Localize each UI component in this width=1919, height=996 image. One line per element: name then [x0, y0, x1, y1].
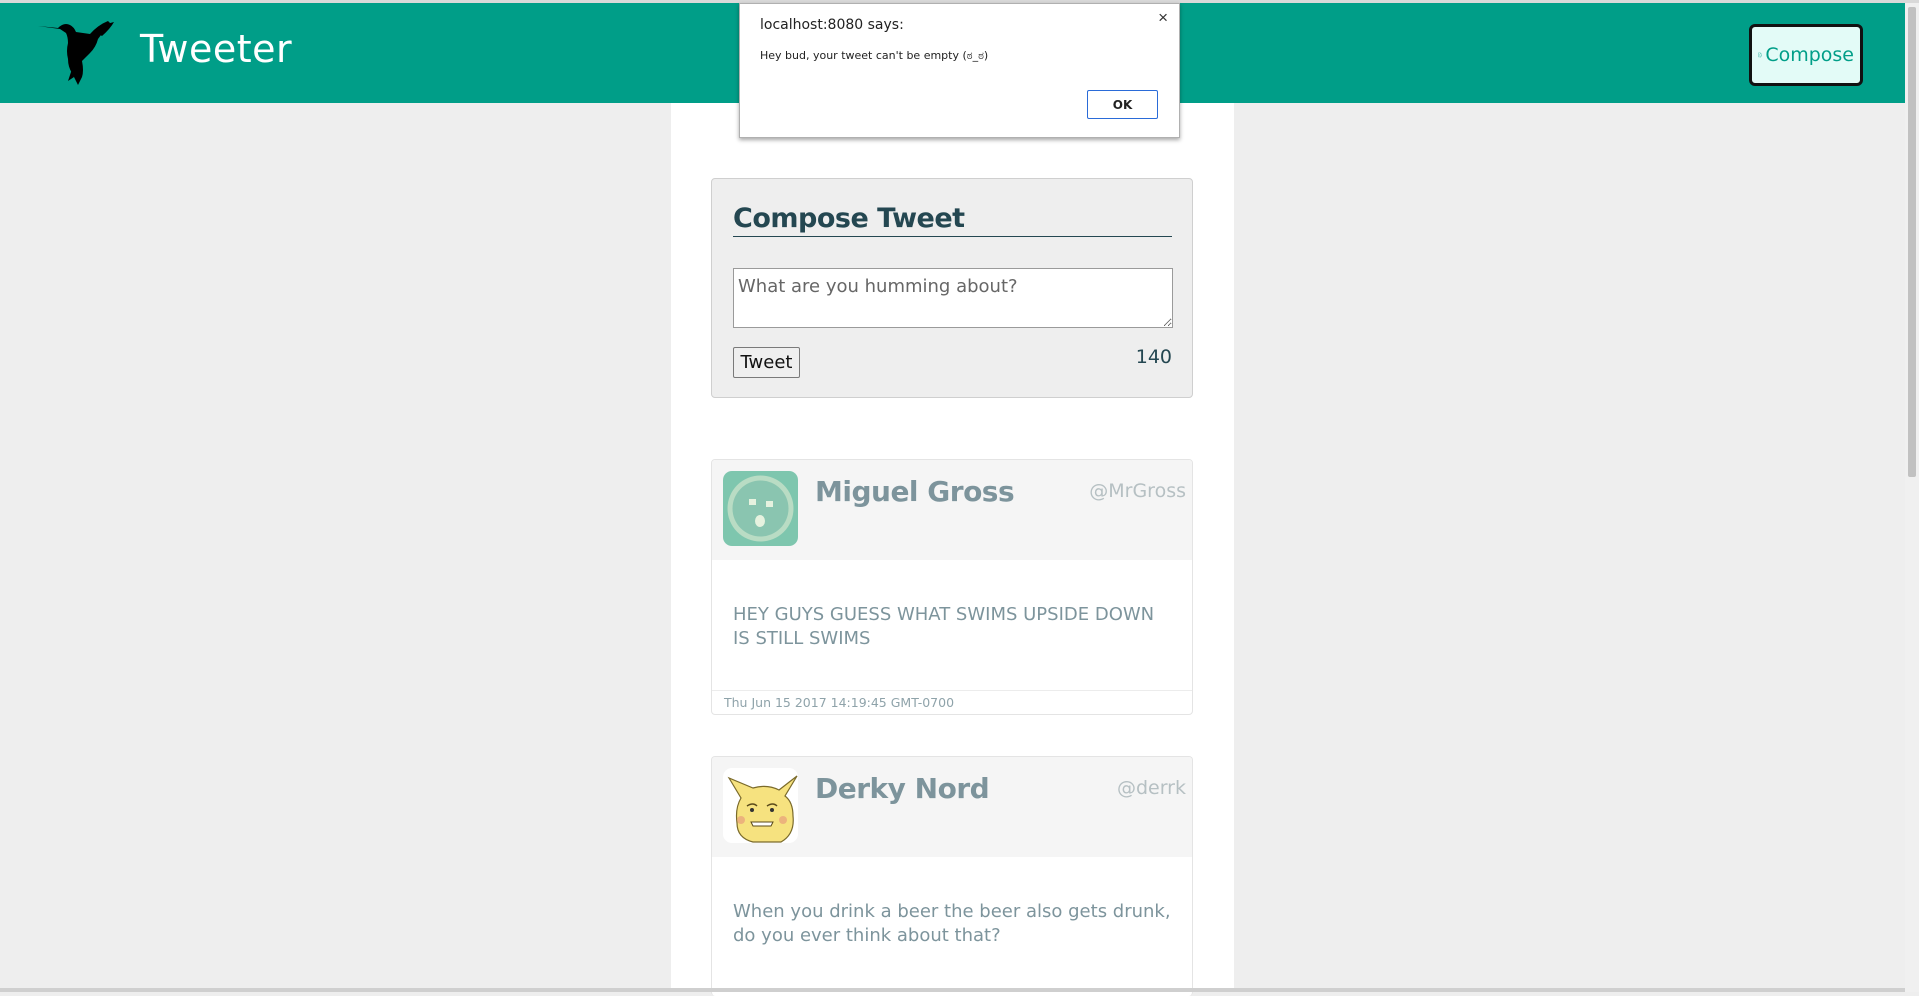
avatar	[723, 471, 798, 546]
compose-toggle-button[interactable]: Compose	[1749, 24, 1863, 86]
tweet-timestamp: Thu Jun 15 2017 14:19:45 GMT-0700	[712, 690, 1192, 714]
tweet-textarea[interactable]	[733, 268, 1173, 328]
compose-title: Compose Tweet	[733, 203, 1172, 237]
tweet-author-handle: @derrk	[1116, 777, 1186, 799]
avatar	[723, 768, 798, 843]
tweet-submit-button[interactable]: Tweet	[733, 347, 800, 378]
browser-bottom-edge	[0, 988, 1905, 992]
tweet-author-name: Derky Nord	[815, 772, 990, 805]
page-scrollbar[interactable]	[1905, 3, 1919, 992]
close-icon[interactable]: ×	[1154, 6, 1172, 30]
tweet-author-name: Miguel Gross	[815, 475, 1015, 508]
tweet-author-handle: @MrGross	[1089, 480, 1186, 502]
hummingbird-logo-icon	[38, 17, 130, 89]
compose-toggle-label: Compose	[1765, 44, 1854, 66]
char-counter: 140	[1135, 346, 1172, 368]
tweet-card: Derky Nord @derrk When you drink a beer …	[711, 756, 1193, 996]
tweet-text: When you drink a beer the beer also gets…	[733, 901, 1171, 946]
tweet-card: Miguel Gross @MrGross HEY GUYS GUESS WHA…	[711, 459, 1193, 715]
alert-title: localhost:8080 says:	[760, 17, 904, 33]
compose-tweet-section: Compose Tweet Tweet 140	[711, 178, 1193, 398]
brand-title: Tweeter	[140, 27, 293, 71]
tweet-text: HEY GUYS GUESS WHAT SWIMS UPSIDE DOWN IS…	[733, 604, 1155, 649]
alert-ok-button[interactable]: OK	[1087, 90, 1158, 119]
alert-dialog: localhost:8080 says: × Hey bud, your twe…	[739, 3, 1180, 138]
scrollbar-thumb[interactable]	[1908, 7, 1916, 477]
tweet-header: Miguel Gross @MrGross	[712, 460, 1192, 560]
pencil-page-icon	[1758, 52, 1763, 58]
tweet-header: Derky Nord @derrk	[712, 757, 1192, 857]
alert-message: Hey bud, your tweet can't be empty (ಠ_ಠ)	[760, 49, 989, 62]
